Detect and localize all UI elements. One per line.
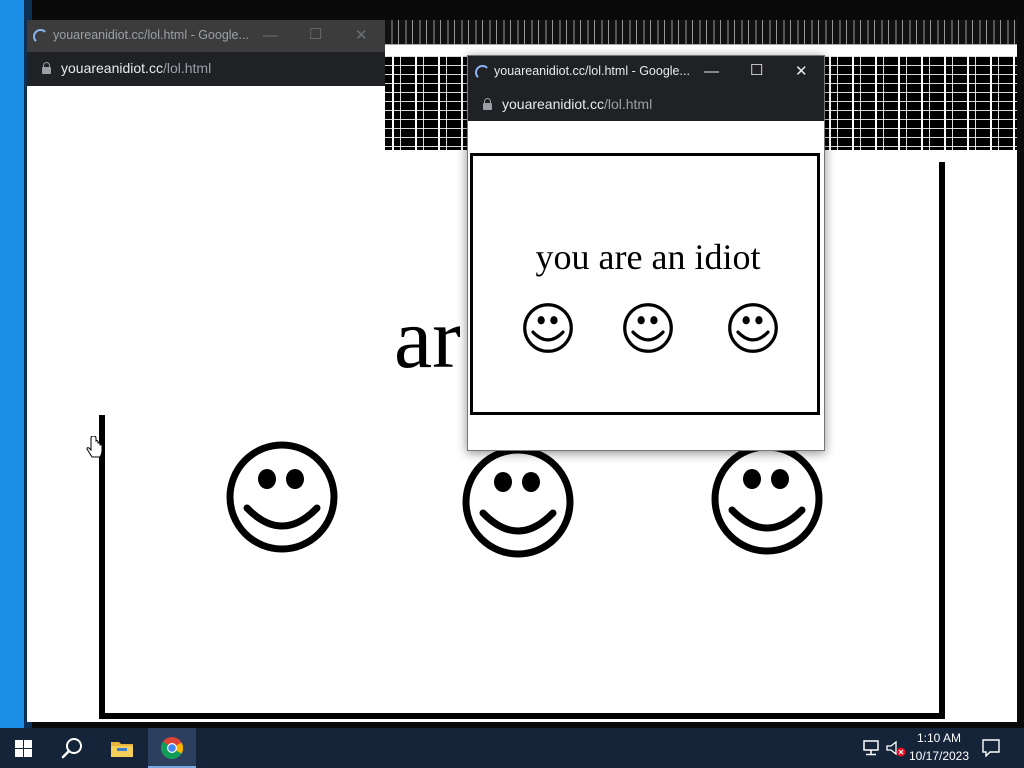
start-button[interactable] [0, 728, 48, 768]
back-window-address-bar[interactable]: youareanidiot.cc/lol.html [27, 52, 385, 86]
close-button[interactable]: ✕ [795, 64, 808, 80]
network-icon[interactable] [862, 740, 880, 756]
lock-icon [42, 62, 51, 74]
maximize-button[interactable]: ☐ [750, 63, 763, 79]
popup-message-text: you are an idiot [535, 237, 761, 277]
back-window-message-text: ar [394, 290, 461, 386]
popup-content-frame: you are an idiot [470, 153, 820, 415]
back-window-url[interactable]: youareanidiot.cc/lol.html [61, 60, 211, 76]
close-button[interactable]: ✕ [355, 28, 368, 44]
taskbar: 1:10 AM 10/17/2023 [0, 728, 1024, 768]
notifications-icon[interactable] [982, 739, 1000, 757]
popup-window-titlebar[interactable]: youareanidiot.cc/lol.html - Google... — … [468, 56, 824, 88]
loading-spinner-icon [475, 65, 490, 80]
url-host: youareanidiot.cc [61, 60, 163, 76]
glitch-noise-top [385, 20, 1017, 44]
folder-icon [111, 742, 133, 757]
loading-spinner-icon [33, 29, 48, 44]
content-frame-right [939, 162, 945, 718]
windows-logo-icon [15, 740, 32, 757]
smiley-face-icon [523, 303, 573, 353]
hand-cursor-icon [86, 436, 103, 458]
search-icon [61, 738, 82, 759]
back-window-title: youareanidiot.cc/lol.html - Google... [53, 28, 249, 42]
chrome-icon [160, 737, 183, 759]
url-path: /lol.html [603, 96, 653, 112]
minimize-button[interactable]: — [704, 64, 719, 80]
maximize-button[interactable]: ☐ [309, 27, 322, 43]
smiley-face-icon [226, 441, 338, 553]
smiley-face-icon [462, 446, 574, 558]
smiley-face-icon [623, 303, 673, 353]
url-host: youareanidiot.cc [502, 96, 604, 112]
lock-icon [483, 98, 492, 110]
smiley-face-icon [711, 443, 823, 555]
content-frame-bottom [99, 713, 945, 719]
smiley-face-icon [728, 303, 778, 353]
url-path: /lol.html [162, 60, 212, 76]
file-explorer-button[interactable] [98, 728, 146, 768]
minimize-button[interactable]: — [263, 28, 278, 44]
clock-time[interactable]: 1:10 AM [904, 731, 974, 745]
desktop-background [0, 0, 24, 728]
popup-window-address-bar[interactable]: youareanidiot.cc/lol.html [468, 88, 824, 121]
popup-window-url[interactable]: youareanidiot.cc/lol.html [502, 96, 652, 112]
clock-date[interactable]: 10/17/2023 [904, 749, 974, 763]
chrome-taskbar-button[interactable] [148, 728, 196, 768]
popup-browser-window: youareanidiot.cc/lol.html - Google... — … [467, 55, 825, 451]
popup-window-title: youareanidiot.cc/lol.html - Google... [494, 64, 690, 78]
search-button[interactable] [48, 728, 96, 768]
back-window-titlebar[interactable]: youareanidiot.cc/lol.html - Google... — … [27, 20, 385, 52]
volume-muted-icon[interactable] [886, 740, 906, 758]
